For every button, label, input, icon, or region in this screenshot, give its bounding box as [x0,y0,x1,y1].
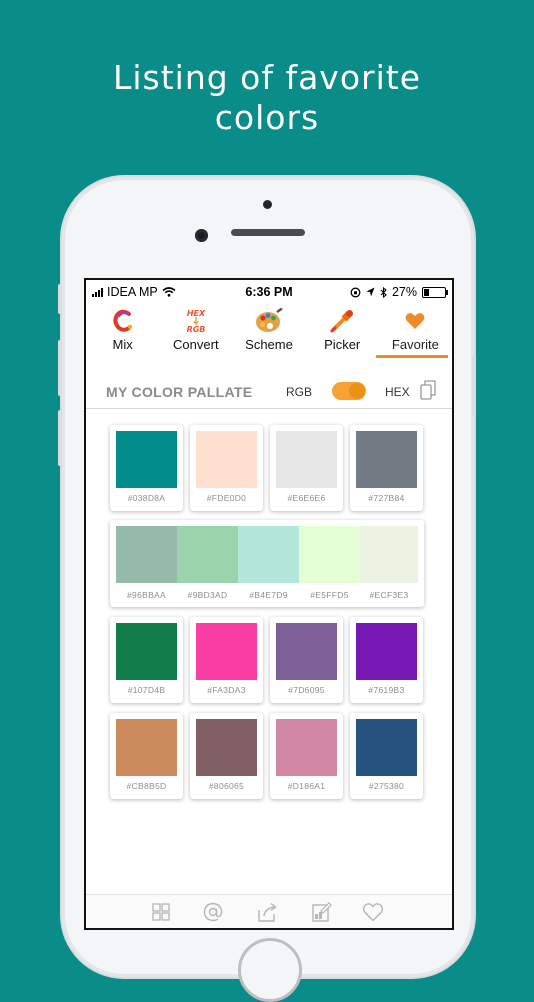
color-swatch [356,431,417,488]
headline-line-1: Listing of favorite [112,58,422,97]
color-code: #7D6095 [288,685,325,695]
orientation-lock-icon [350,287,361,297]
color-card[interactable]: #FA3DA3 [190,617,263,703]
earpiece-speaker [231,229,305,236]
palette-code: #E5FFD5 [310,590,349,600]
color-card[interactable]: #E6E6E6 [270,425,343,511]
mute-switch [58,284,62,314]
battery-percent: 27% [391,285,417,299]
volume-down-button [58,410,62,466]
color-code: #727B84 [368,493,405,503]
grid-icon[interactable] [150,901,172,923]
hex-label: HEX [385,385,410,399]
palette-swatch [360,526,418,583]
color-code: #D186A1 [287,781,326,791]
color-code: #806065 [208,781,245,791]
color-card[interactable]: #CB8B5D [110,713,183,799]
color-code: #275380 [368,781,405,791]
palette-icon [255,308,283,334]
front-camera [195,229,208,242]
palette-header: MY COLOR PALLATE RGB HEX [86,372,452,408]
location-arrow-icon [366,287,375,297]
tab-favorite[interactable]: Favorite [379,306,452,358]
edit-image-icon[interactable] [310,901,332,923]
tab-favorite-label: Favorite [391,337,439,352]
color-swatch [196,719,257,776]
color-card[interactable]: #275380 [350,713,423,799]
color-card[interactable]: #7D6095 [270,617,343,703]
headline: Listing of favorite colors [0,58,534,138]
app-screen: IDEA MP 6:36 PM 27% Mix HEX RGB Convert … [84,278,454,930]
color-card[interactable]: #7619B3 [350,617,423,703]
toggle-knob [349,383,365,399]
palette-title: MY COLOR PALLATE [106,384,253,400]
palette-card[interactable]: #96BBAA #9BD3AD #B4E7D9 #E5FFD5 #ECF3E3 [110,520,424,607]
color-swatch [276,719,337,776]
active-tab-indicator [376,355,448,358]
color-card[interactable]: #D186A1 [270,713,343,799]
color-card[interactable]: #FDE0D0 [190,425,263,511]
palette-code: #96BBAA [127,590,166,600]
color-swatch [356,623,417,680]
color-code: #107D4B [127,685,166,695]
color-code: #038D8A [127,493,166,503]
header-divider [86,408,452,409]
rgb-hex-toggle[interactable] [332,382,366,400]
share-icon[interactable] [256,901,278,923]
heart-outline-icon[interactable] [362,901,384,923]
palette-swatch [299,526,360,583]
color-code: #FDE0D0 [206,493,247,503]
tab-mix[interactable]: Mix [86,306,159,358]
color-code: #CB8B5D [126,781,167,791]
tab-scheme[interactable]: Scheme [232,306,305,358]
bluetooth-icon [380,286,387,298]
color-card[interactable]: #038D8A [110,425,183,511]
tab-bar: Mix HEX RGB Convert Scheme Picker Favori… [86,306,452,358]
color-code: #7619B3 [368,685,405,695]
status-bar: IDEA MP 6:36 PM 27% [86,280,452,304]
heart-icon [405,308,425,334]
headline-line-2: colors [214,98,320,137]
copy-icon[interactable] [420,380,436,400]
battery-icon [422,286,448,298]
color-swatch [116,431,177,488]
palette-code: #9BD3AD [187,590,228,600]
color-dropper-icon [329,308,355,334]
color-swatch [276,623,337,680]
rgb-label: RGB [286,385,313,399]
volume-up-button [58,340,62,396]
tab-picker[interactable]: Picker [306,306,379,358]
at-sign-icon[interactable] [202,901,224,923]
home-button[interactable] [238,938,302,1002]
tab-convert[interactable]: HEX RGB Convert [159,306,232,358]
color-card[interactable]: #107D4B [110,617,183,703]
mix-c-icon [112,308,134,334]
palette-code: #B4E7D9 [249,590,288,600]
color-swatch [356,719,417,776]
tab-scheme-label: Scheme [245,337,293,352]
power-button [472,356,476,416]
proximity-sensor [263,200,272,209]
color-swatch [116,719,177,776]
color-card[interactable]: #806065 [190,713,263,799]
tab-convert-label: Convert [173,337,219,352]
tab-mix-label: Mix [112,337,133,352]
color-swatch [196,623,257,680]
svg-text:HEX: HEX [187,309,206,318]
color-swatch [196,431,257,488]
palette-swatch [238,526,299,583]
svg-text:RGB: RGB [186,325,205,334]
hex-rgb-icon: HEX RGB [181,308,211,334]
palette-swatch [177,526,238,583]
color-swatch [116,623,177,680]
color-swatch [276,431,337,488]
palette-swatch [116,526,177,583]
color-card[interactable]: #727B84 [350,425,423,511]
color-code: #E6E6E6 [287,493,326,503]
palette-code: #ECF3E3 [369,590,409,600]
color-code: #FA3DA3 [207,685,246,695]
bottom-toolbar [86,894,452,928]
tab-picker-label: Picker [324,337,361,352]
